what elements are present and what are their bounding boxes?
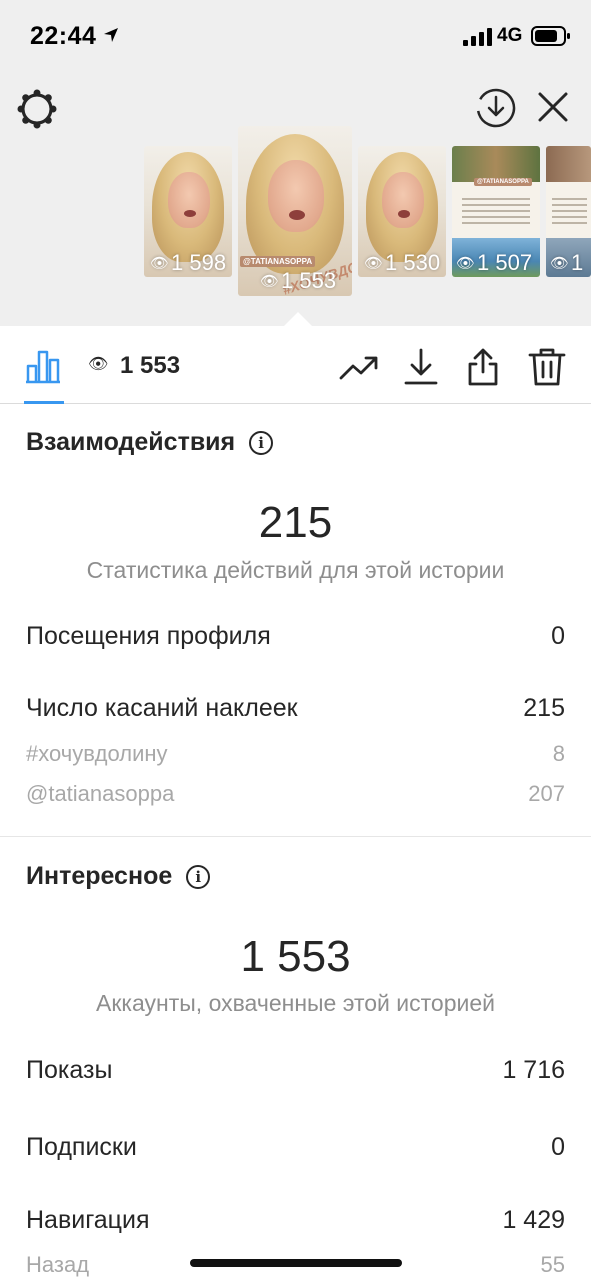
stat-label: Число касаний наклеек [26,694,298,722]
story-preview-area: 22:44 4G 👁 1 598 @TATIANASOPPA #ХОЧУВДОЛ… [0,0,591,327]
promote-trending-icon[interactable] [338,346,380,388]
mention-sticker: @TATIANASOPPA [240,256,316,267]
story-photo-face [268,160,324,232]
stat-label: Навигация [26,1206,150,1234]
eye-icon: 👁 [364,255,384,272]
section-divider [0,836,591,837]
stat-row-follows: Подписки 0 [26,1133,565,1162]
stat-value: 215 [523,694,565,722]
story-photo [452,146,540,182]
eye-icon: 👁 [550,255,570,272]
stat-label: Назад [26,1252,90,1277]
interactions-caption: Статистика действий для этой истории [86,557,505,583]
story-photo [546,146,591,182]
story-photo-face [168,172,210,228]
download-icon[interactable] [400,346,442,388]
story-thumbnail[interactable]: 👁 1 530 [358,146,446,277]
stat-value: 8 [552,741,565,766]
share-icon[interactable] [462,346,504,388]
stat-label: Показы [26,1056,113,1084]
stat-value: 1 716 [502,1056,565,1084]
stat-subrow-mention: @tatianasoppa 207 [26,781,565,807]
eye-icon: 👁 [88,356,109,373]
stat-label: Посещения профиля [26,622,271,650]
story-view-count: 👁 1 598 [150,250,227,275]
story-thumbnail[interactable]: @TATIANASOPPA 👁 1 507 [452,146,540,277]
home-indicator[interactable] [190,1259,402,1267]
stat-value: 55 [540,1252,565,1277]
stat-label: #хочувдолину [26,741,168,766]
stat-subrow-hashtag: #хочувдолину 8 [26,741,565,767]
story-toolbar: 👁 1 553 [0,326,591,404]
stat-value: 0 [551,622,565,650]
story-photo-mouth [289,210,305,220]
discovery-total: 1 553 [240,932,351,981]
mention-sticker: @TATIANASOPPA [474,178,532,186]
story-thumbnail[interactable]: 👁 1 598 [144,146,232,277]
story-view-count: 👁 1 507 [456,250,533,275]
interactions-heading: Взаимодействия i [26,428,274,457]
location-arrow-icon [104,28,118,42]
interactions-title: Взаимодействия [26,428,236,456]
eye-icon: 👁 [150,255,170,272]
stat-row-impressions: Показы 1 716 [26,1056,565,1085]
insights-bar-chart-icon[interactable] [24,348,62,384]
network-type: 4G [497,25,523,46]
eye-icon: 👁 [260,273,280,290]
stat-value: 0 [551,1133,565,1161]
delete-trash-icon[interactable] [526,346,568,388]
battery-icon [531,26,570,46]
stat-row-profile-visits: Посещения профиля 0 [26,622,565,651]
selected-story-pointer [283,312,313,327]
discovery-title: Интересное [26,862,173,890]
signal-icon [463,28,492,46]
save-to-camera-roll-icon[interactable] [474,86,518,130]
stat-label: Подписки [26,1133,137,1161]
viewers-count[interactable]: 1 553 [120,352,180,380]
settings-gear-icon[interactable] [16,88,58,130]
stat-value: 1 429 [502,1206,565,1234]
status-bar: 22:44 4G [0,0,591,72]
info-icon[interactable]: i [186,864,211,889]
eye-icon: 👁 [456,255,476,272]
status-time: 22:44 [30,22,97,50]
story-thumbnail-selected[interactable]: @TATIANASOPPA #ХОЧУВДОЛИНУ 👁 1 553 [238,126,352,296]
story-view-count: 👁 1 [550,250,584,275]
story-view-count: 👁 1 553 [260,268,337,293]
stat-value: 207 [528,781,565,806]
story-view-count: 👁 1 530 [364,250,441,275]
close-icon[interactable] [536,90,570,124]
discovery-heading: Интересное i [26,862,211,891]
story-thumbnail[interactable]: 👁 1 [546,146,591,277]
story-photo-mouth [398,210,410,218]
story-photo-face [382,172,424,228]
interactions-total: 215 [258,498,333,547]
story-text-block [462,198,530,228]
stat-row-sticker-taps: Число касаний наклеек 215 [26,694,565,723]
stat-label: @tatianasoppa [26,781,175,806]
story-photo-mouth [184,210,196,217]
story-text-block [552,198,587,228]
active-tab-indicator [24,401,64,404]
stat-row-navigation: Навигация 1 429 [26,1206,565,1235]
info-icon[interactable]: i [249,430,274,455]
discovery-caption: Аккаунты, охваченные этой историей [96,990,495,1016]
